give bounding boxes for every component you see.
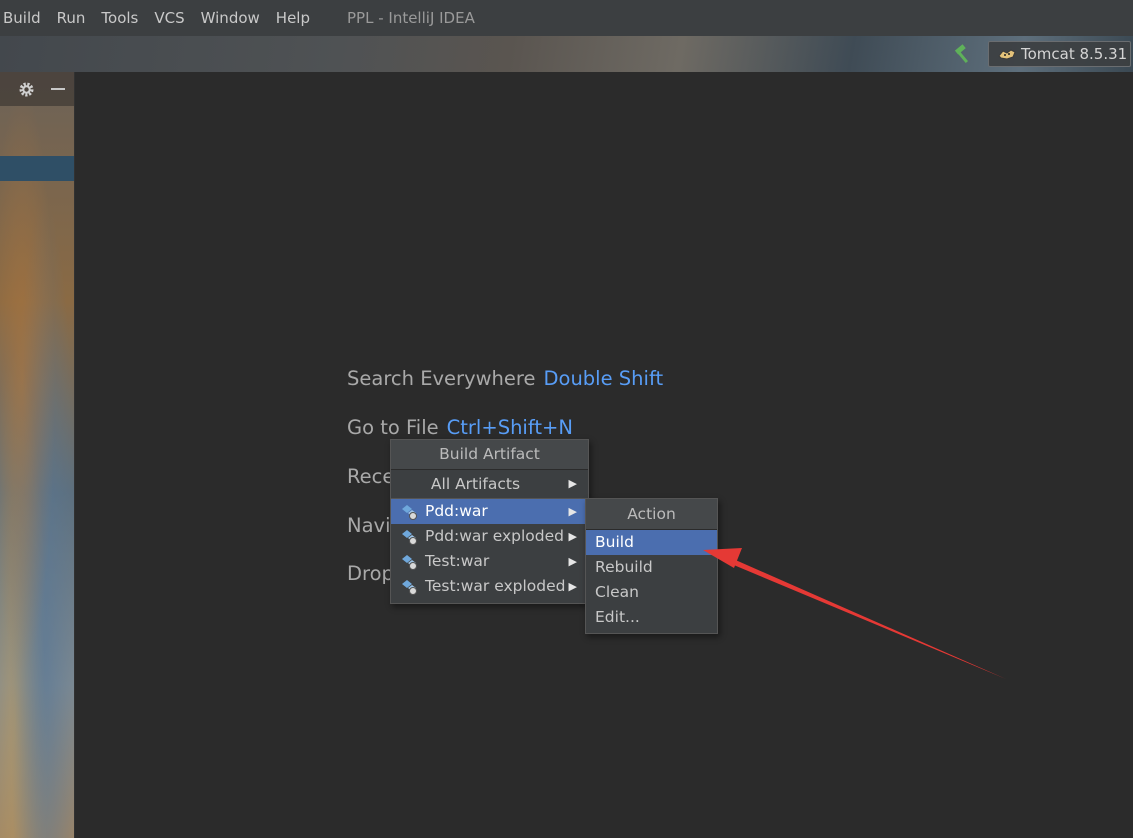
artifact-label: Test:war [425,552,490,570]
gear-icon[interactable] [18,81,35,98]
tool-window-divider [74,72,75,838]
hint-shortcut: Ctrl+Shift+N [446,416,573,439]
submenu-arrow-icon: ▶ [568,505,577,518]
artifact-item-pdd-war-exploded[interactable]: Pdd:war exploded ▶ [391,524,588,549]
artifact-label: Pdd:war exploded [425,527,565,545]
menu-help[interactable]: Help [276,9,310,27]
menu-bar: Build Run Tools VCS Window Help PPL - In… [0,0,1133,36]
action-edit[interactable]: Edit... [586,605,717,630]
artifact-label: Test:war exploded [425,577,566,595]
all-artifacts-item[interactable]: All Artifacts ▶ [391,470,588,499]
hammer-icon[interactable] [952,44,974,66]
submenu-arrow-icon: ▶ [568,477,577,490]
popup-title: Action [586,499,717,530]
project-tool-window [0,72,74,838]
hint-navigation-bar: Navi [347,514,391,537]
hint-search-everywhere: Search Everywhere Double Shift [347,367,663,390]
all-artifacts-label: All Artifacts [430,475,521,493]
menu-vcs[interactable]: VCS [154,9,184,27]
artifact-icon [402,505,417,520]
hint-go-to-file: Go to File Ctrl+Shift+N [347,416,573,439]
artifact-icon [402,530,417,545]
submenu-arrow-icon: ▶ [568,580,577,593]
artifact-item-test-war[interactable]: Test:war ▶ [391,549,588,574]
popup-title: Build Artifact [391,440,588,470]
action-popup: Action Build Rebuild Clean Edit... [585,498,718,634]
artifact-item-test-war-exploded[interactable]: Test:war exploded ▶ [391,574,588,599]
hint-label: Go to File [347,416,439,439]
artifact-item-pdd-war[interactable]: Pdd:war ▶ [391,499,588,524]
hint-drop-files: Drop [347,562,394,585]
run-configuration-selector[interactable]: Tomcat 8.5.31 [988,41,1131,67]
artifact-icon [402,580,417,595]
hint-label: Search Everywhere [347,367,536,390]
tomcat-icon [998,49,1016,60]
submenu-arrow-icon: ▶ [568,530,577,543]
menu-tools[interactable]: Tools [101,9,138,27]
build-artifact-popup: Build Artifact All Artifacts ▶ Pdd:war ▶… [390,439,589,604]
action-build[interactable]: Build [586,530,717,555]
window-title: PPL - IntelliJ IDEA [347,9,475,27]
action-rebuild[interactable]: Rebuild [586,555,717,580]
submenu-arrow-icon: ▶ [568,555,577,568]
run-config-label: Tomcat 8.5.31 [1021,45,1128,63]
menu-window[interactable]: Window [201,9,260,27]
menu-build[interactable]: Build [3,9,41,27]
project-tree-selected-row[interactable] [0,156,74,181]
artifact-icon [402,555,417,570]
artifact-label: Pdd:war [425,502,488,520]
action-clean[interactable]: Clean [586,580,717,605]
hint-shortcut: Double Shift [543,367,664,390]
minus-icon[interactable] [51,88,65,90]
hint-recent-files: Rece [347,465,395,488]
menu-run[interactable]: Run [57,9,86,27]
